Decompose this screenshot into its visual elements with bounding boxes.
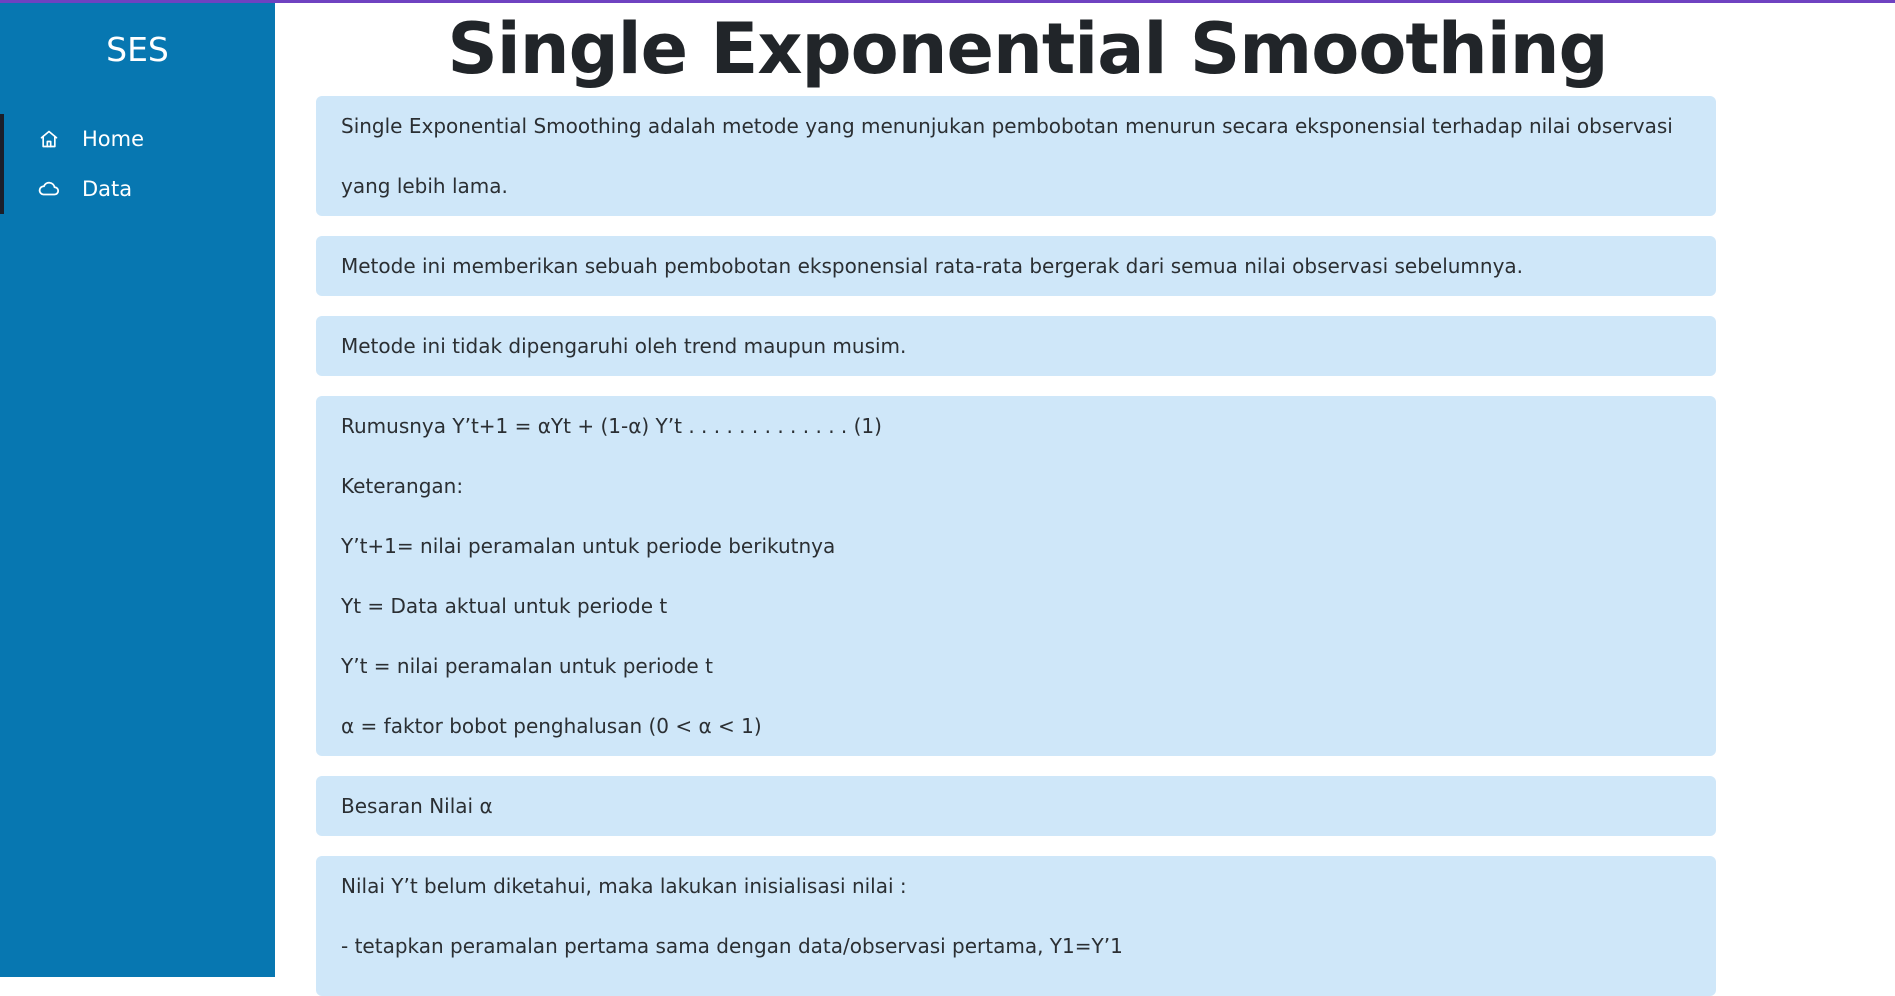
card-text: yang lebih lama.	[341, 174, 508, 198]
sidebar: SES Home Data	[0, 0, 275, 977]
card-text: Besaran Nilai α	[341, 794, 493, 818]
card-text: Keterangan:	[341, 474, 464, 498]
sidebar-item-home[interactable]: Home	[4, 114, 279, 164]
sidebar-item-data[interactable]: Data	[4, 164, 279, 214]
home-icon	[38, 128, 60, 150]
card-text: - tetapkan peramalan pertama sama dengan…	[341, 934, 1123, 958]
formula-text: Rumusnya Y’t+1 = αYt + (1-α) Y’t . . . .…	[341, 414, 882, 438]
cloud-icon	[38, 178, 60, 200]
info-card-formula: Rumusnya Y’t+1 = αYt + (1-α) Y’t . . . .…	[316, 396, 1716, 756]
card-text: Nilai Y’t belum diketahui, maka lakukan …	[341, 874, 907, 898]
card-text: Single Exponential Smoothing adalah meto…	[341, 114, 1673, 138]
card-text: Y’t = nilai peramalan untuk periode t	[341, 654, 713, 678]
info-card-trend: Metode ini tidak dipengaruhi oleh trend …	[316, 316, 1716, 376]
card-text: Metode ini memberikan sebuah pembobotan …	[341, 254, 1524, 278]
top-accent-line	[0, 0, 1895, 3]
info-card-initialization: Nilai Y’t belum diketahui, maka lakukan …	[316, 856, 1716, 996]
info-card-definition: Single Exponential Smoothing adalah meto…	[316, 96, 1716, 216]
info-card-alpha: Besaran Nilai α	[316, 776, 1716, 836]
main-content: Single Exponential Smoothing Single Expo…	[275, 0, 1895, 996]
page-title: Single Exponential Smoothing	[447, 8, 1608, 90]
brand-logo-text[interactable]: SES	[0, 30, 275, 69]
card-text: Y’t+1= nilai peramalan untuk periode ber…	[341, 534, 836, 558]
sidebar-item-label: Home	[82, 127, 145, 151]
card-text: Metode ini tidak dipengaruhi oleh trend …	[341, 334, 907, 358]
info-card-weighting: Metode ini memberikan sebuah pembobotan …	[316, 236, 1716, 296]
sidebar-item-label: Data	[82, 177, 133, 201]
card-text: Yt = Data aktual untuk periode t	[341, 594, 668, 618]
card-text: α = faktor bobot penghalusan (0 < α < 1)	[341, 714, 762, 738]
sidebar-nav: Home Data	[0, 114, 279, 214]
